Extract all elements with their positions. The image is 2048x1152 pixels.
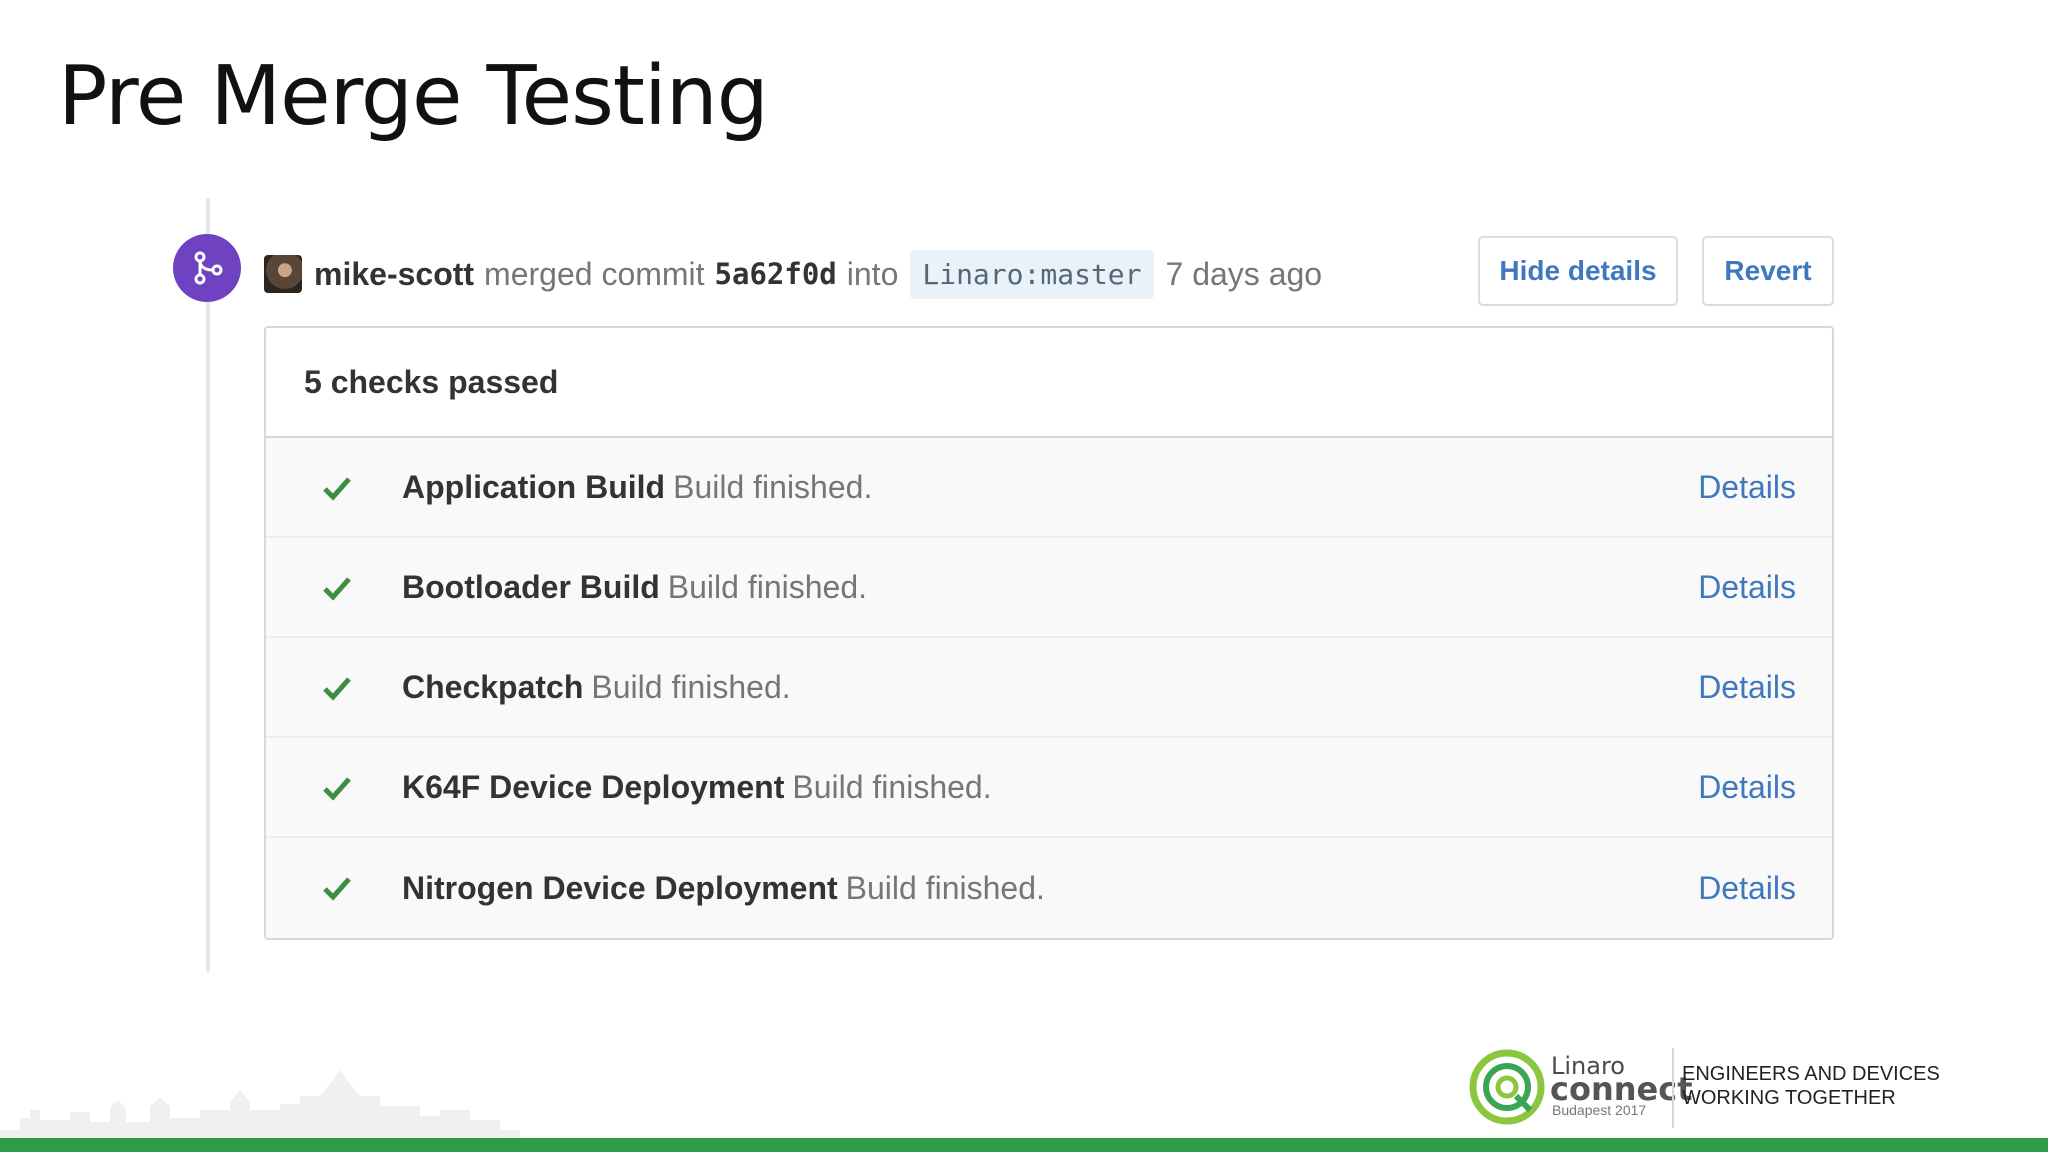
tagline-line-1: ENGINEERS AND DEVICES	[1682, 1063, 1940, 1085]
check-name: K64F Device Deployment	[402, 768, 785, 805]
check-status: Build finished.	[673, 468, 873, 505]
check-name: Bootloader Build	[402, 568, 660, 605]
merge-event: mike-scott merged commit 5a62f0d into Li…	[264, 246, 1322, 302]
event-timestamp[interactable]: 7 days ago	[1166, 256, 1323, 293]
details-link[interactable]: Details	[1698, 469, 1796, 506]
tagline-line-2: WORKING TOGETHER	[1682, 1087, 1896, 1109]
check-row: Nitrogen Device Deployment Build finished…	[266, 838, 1832, 938]
event-action-text: merged commit	[484, 255, 705, 292]
revert-button[interactable]: Revert	[1702, 236, 1834, 306]
check-name: Checkpatch	[402, 668, 584, 705]
checks-summary: 5 checks passed	[266, 328, 1832, 438]
check-icon	[323, 777, 351, 801]
check-name: Application Build	[402, 468, 666, 505]
check-row: Application Build Build finished. Details	[266, 438, 1832, 538]
avatar[interactable]	[264, 255, 302, 293]
check-icon	[323, 877, 351, 901]
brand-event: Budapest 2017	[1552, 1102, 1647, 1118]
check-status: Build finished.	[591, 668, 791, 705]
slide-title: Pre Merge Testing	[58, 49, 769, 144]
timeline-line	[206, 198, 210, 972]
check-row: Bootloader Build Build finished. Details	[266, 538, 1832, 638]
check-icon	[323, 677, 351, 701]
check-status: Build finished.	[792, 768, 992, 805]
git-merge-icon	[173, 234, 241, 302]
tagline: ENGINEERS AND DEVICES WORKING TOGETHER	[1682, 1062, 1940, 1110]
details-link[interactable]: Details	[1698, 669, 1796, 706]
details-link[interactable]: Details	[1698, 569, 1796, 606]
commit-sha-link[interactable]: 5a62f0d	[715, 257, 837, 291]
check-icon	[323, 577, 351, 601]
hide-details-button[interactable]: Hide details	[1478, 236, 1678, 306]
budapest-skyline-graphic	[0, 1070, 520, 1140]
details-link[interactable]: Details	[1698, 769, 1796, 806]
check-status: Build finished.	[667, 568, 867, 605]
into-text: into	[846, 255, 899, 292]
check-row: Checkpatch Build finished. Details	[266, 638, 1832, 738]
check-status: Build finished.	[845, 869, 1045, 906]
brand-divider	[1672, 1048, 1674, 1128]
check-name: Nitrogen Device Deployment	[402, 869, 838, 906]
linaro-connect-logo	[1469, 1049, 1545, 1125]
details-link[interactable]: Details	[1698, 870, 1796, 907]
author-link[interactable]: mike-scott	[314, 256, 474, 293]
branch-label[interactable]: Linaro:master	[910, 249, 1154, 299]
check-icon	[323, 477, 351, 501]
checks-panel: 5 checks passed Application Build Build f…	[264, 326, 1834, 940]
bottom-accent-bar	[0, 1138, 2048, 1152]
check-row: K64F Device Deployment Build finished. De…	[266, 738, 1832, 838]
